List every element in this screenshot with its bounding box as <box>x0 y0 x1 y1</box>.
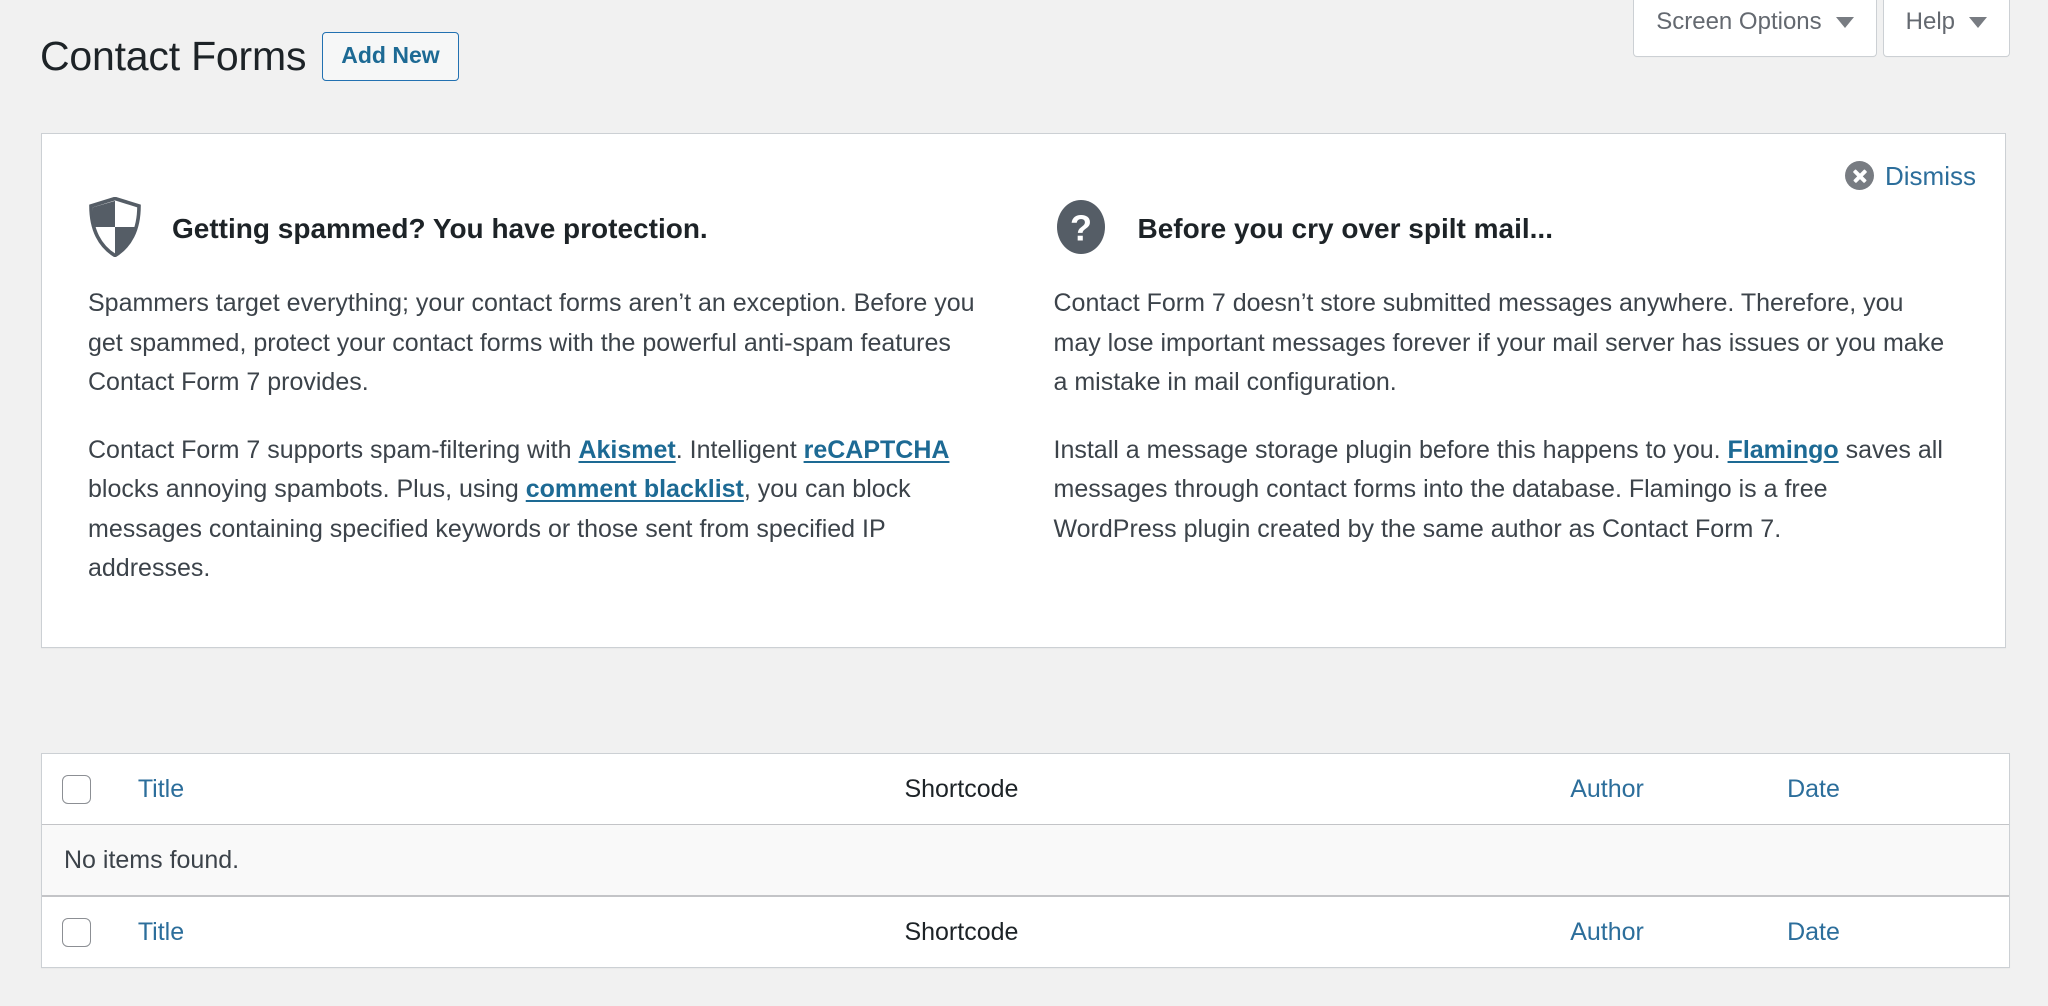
welcome-paragraph-spam-1: Spammers target everything; your contact… <box>88 289 975 396</box>
no-items-message: No items found. <box>42 825 2009 896</box>
contact-forms-table: Title Shortcode Author Date No items fou… <box>41 753 2010 968</box>
table-header-row: Title Shortcode Author Date <box>42 754 2009 825</box>
question-mark-icon: ? <box>1054 197 1108 262</box>
flamingo-link[interactable]: Flamingo <box>1728 436 1839 464</box>
akismet-link[interactable]: Akismet <box>578 436 675 464</box>
select-all-checkbox-footer[interactable] <box>62 918 91 948</box>
column-header-shortcode-label: Shortcode <box>904 774 1019 803</box>
help-label: Help <box>1905 8 1955 36</box>
wp-admin-page: Screen Options Help Contact Forms Add Ne… <box>0 0 2048 1006</box>
welcome-paragraph-mail-2: Install a message storage plugin before … <box>1054 431 1946 550</box>
welcome-column-heading-row: ? Before you cry over spilt mail... <box>1054 194 1946 264</box>
select-all-header <box>42 754 138 825</box>
welcome-column-mail: ? Before you cry over spilt mail... Cont… <box>1024 194 2006 589</box>
table-head: Title Shortcode Author Date <box>42 754 2009 825</box>
sort-by-date-link-footer[interactable]: Date <box>1787 918 1840 946</box>
table-footer-row: Title Shortcode Author Date <box>42 896 2009 967</box>
sort-by-title-link-footer[interactable]: Title <box>138 918 184 946</box>
column-header-shortcode: Shortcode <box>904 754 1571 825</box>
select-all-checkbox[interactable] <box>62 775 91 805</box>
column-footer-title: Title <box>137 896 905 967</box>
help-button[interactable]: Help <box>1882 0 2010 57</box>
comment-blacklist-link[interactable]: comment blacklist <box>526 475 744 503</box>
svg-text:?: ? <box>1070 207 1092 248</box>
shield-icon <box>88 196 142 262</box>
welcome-heading-mail: Before you cry over spilt mail... <box>1137 212 1553 244</box>
welcome-heading-spam: Getting spammed? You have protection. <box>172 212 708 244</box>
no-items-row: No items found. <box>42 825 2009 896</box>
chevron-down-icon <box>1835 16 1854 28</box>
column-header-title: Title <box>137 754 905 825</box>
screen-options-button[interactable]: Screen Options <box>1633 0 1877 57</box>
welcome-column-heading-row: Getting spammed? You have protection. <box>88 194 976 264</box>
table-foot: Title Shortcode Author Date <box>42 896 2009 967</box>
select-all-footer <box>42 896 138 967</box>
text-fragment: Contact Form 7 supports spam-filtering w… <box>88 435 579 464</box>
column-header-date: Date <box>1787 754 2009 825</box>
add-new-button[interactable]: Add New <box>322 32 459 82</box>
sort-by-author-link[interactable]: Author <box>1570 775 1644 803</box>
welcome-panel: Dismiss Getting spammed? You have protec… <box>41 133 2006 648</box>
welcome-paragraph-spam-2: Contact Form 7 supports spam-filtering w… <box>88 431 976 589</box>
close-circle-icon <box>1845 161 1874 190</box>
text-fragment: blocks annoying spambots. Plus, using <box>88 475 526 503</box>
page-header: Contact Forms Add New <box>40 30 459 83</box>
column-header-author: Author <box>1570 754 1788 825</box>
text-fragment: Install a message storage plugin before … <box>1053 435 1728 464</box>
sort-by-author-link-footer[interactable]: Author <box>1570 918 1644 946</box>
column-footer-shortcode-label: Shortcode <box>904 917 1019 946</box>
dismiss-label: Dismiss <box>1885 160 1976 191</box>
chevron-down-icon <box>1969 16 1987 28</box>
sort-by-date-link[interactable]: Date <box>1787 775 1840 803</box>
screen-meta-links: Screen Options Help <box>1633 0 2010 57</box>
dismiss-button[interactable]: Dismiss <box>1845 161 1976 190</box>
column-footer-shortcode: Shortcode <box>904 896 1571 967</box>
recaptcha-link[interactable]: reCAPTCHA <box>804 436 950 464</box>
column-footer-author: Author <box>1570 896 1788 967</box>
sort-by-title-link[interactable]: Title <box>138 775 184 803</box>
page-title: Contact Forms <box>40 33 307 79</box>
table-body: No items found. <box>42 825 2009 896</box>
welcome-paragraph-mail-1: Contact Form 7 doesn’t store submitted m… <box>1053 289 1945 396</box>
welcome-panel-columns: Getting spammed? You have protection. Sp… <box>42 194 2005 589</box>
welcome-column-spam: Getting spammed? You have protection. Sp… <box>42 194 1024 589</box>
text-fragment: . Intelligent <box>675 435 804 464</box>
column-footer-date: Date <box>1787 896 2009 967</box>
screen-options-label: Screen Options <box>1656 8 1822 36</box>
